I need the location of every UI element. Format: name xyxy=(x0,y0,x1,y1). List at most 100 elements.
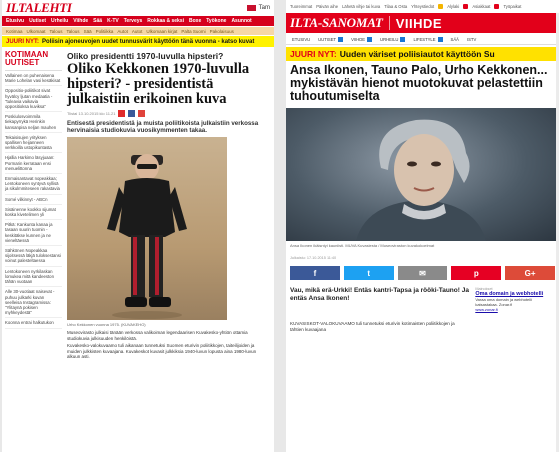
sidebar-link[interactable]: Pitkä: Kankunta kanaa ja tasaan suurin t… xyxy=(5,220,62,247)
sidebar-link[interactable]: Somé vilkinnyt - ABCn xyxy=(5,195,62,205)
screenshot: ILTALEHTI Tam Etusivu Uutiset Urheilu Vi… xyxy=(0,0,559,452)
pinterest-share-button[interactable]: p xyxy=(451,266,502,280)
nav-item[interactable]: K-TV xyxy=(107,18,119,24)
sidebar-link[interactable]: Lentokoneen nyrkilaskan lomukea mitä kan… xyxy=(5,267,62,288)
subnav-item[interactable]: Sää xyxy=(84,29,92,34)
top-link[interactable]: Alylaki xyxy=(447,4,459,9)
subnav-item[interactable]: Politiikka xyxy=(96,29,114,34)
facebook-icon[interactable] xyxy=(128,110,136,117)
kekkonen-photo xyxy=(67,137,227,320)
subnav-item[interactable]: Palta Suomi xyxy=(181,29,205,34)
il-top-right-label[interactable]: Tam xyxy=(259,5,270,11)
share-email-icon[interactable] xyxy=(118,110,126,117)
iltasanomat-page: Tuoreimmat Päivän aihe Lähetä vihje tai … xyxy=(286,0,559,452)
section-title[interactable]: VIIHDE xyxy=(396,16,442,31)
ad-box[interactable]: Mainokset Oma domain ja webhotelli Varaa… xyxy=(475,287,555,312)
subnav-item[interactable]: Autot xyxy=(117,29,128,34)
tab-label: ETUSIVU xyxy=(292,36,311,42)
photo-caption: Urho Kekkonen vuonna 1975. (KUVAKEHO) xyxy=(67,322,146,327)
article-lead: Vau, mikä erä-Urkki! Entäs kantri-Tapsa … xyxy=(290,287,469,302)
breaking-label: JUURI NYT: xyxy=(290,49,337,59)
sidebar-link[interactable]: Vallainen on puhenaisena Marie Lohelan v… xyxy=(5,71,62,87)
breaking-text: Uuden väriset poliisiautot käyttöön Su xyxy=(339,49,495,59)
top-link[interactable]: Tuoreimmat xyxy=(290,4,312,9)
nav-item[interactable]: Terveys xyxy=(124,18,143,24)
ad-text: Varaa oma domain ja webhotelli katsastak… xyxy=(475,297,532,307)
subnav-item[interactable]: Talous xyxy=(50,29,63,34)
il-logo[interactable]: ILTALEHTI xyxy=(6,0,72,16)
email-share-button[interactable]: ✉ xyxy=(397,266,448,280)
sidebar-link[interactable]: Poskiulosvoimmila tiekapyrrykä Herinkin … xyxy=(5,112,62,133)
nav-item[interactable]: Sää xyxy=(93,18,102,24)
is-logo[interactable]: ILTA-SANOMAT xyxy=(290,15,383,31)
iltalehti-page: ILTALEHTI Tam Etusivu Uutiset Urheilu Vi… xyxy=(2,0,274,452)
il-top-right: Tam xyxy=(246,5,270,11)
top-link[interactable]: Lähetä vihje tai kuva xyxy=(342,4,380,9)
twitter-share-button[interactable]: t xyxy=(343,266,394,280)
subnav-item[interactable]: Kotimaa xyxy=(6,29,23,34)
star-icon xyxy=(438,4,444,9)
sidebar-link[interactable]: Sähkönen Nopeakkaa sijoitsessä läkjä tul… xyxy=(5,246,62,267)
top-link[interactable]: Yhteystiedot xyxy=(411,4,434,9)
il-content: KOTIMAAN UUTISET Vallainen on puhenaisen… xyxy=(2,48,274,452)
tab-urheilu[interactable]: URHEILU xyxy=(377,36,408,42)
nav-item[interactable]: Rokkaa & seksi xyxy=(147,18,184,24)
nav-item[interactable]: Viihde xyxy=(73,18,88,24)
chevron-down-icon xyxy=(400,36,406,42)
subnav-item[interactable]: Ulkomaan kirjat xyxy=(146,29,177,34)
is-brand-bar: ILTA-SANOMAT VIIHDE xyxy=(286,13,559,33)
tab-lifestyle[interactable]: LIFESTYLE xyxy=(410,36,445,42)
tab-label: LIFESTYLE xyxy=(413,36,436,42)
nav-item[interactable]: Uutiset xyxy=(29,18,46,24)
top-link[interactable]: Asiakkaat xyxy=(472,4,490,9)
sidebar-link[interactable]: Hjallia Harkimo läsyjuaan: Pormarin kerr… xyxy=(5,153,62,175)
article-kicker: Oliko presidentti 1970-luvulla hipsteri? xyxy=(67,51,224,61)
subnav-item[interactable]: Pakolaisuus xyxy=(210,29,234,34)
tab-label: UUTISET xyxy=(318,36,337,42)
share-plus-icon[interactable] xyxy=(138,110,146,117)
tab-uutiset[interactable]: UUTISET xyxy=(315,36,346,42)
article-meta: Tiistai 13.10.2015 klo 11.21 xyxy=(67,110,272,117)
il-sub-nav: Kotimaa Ulkomaat Talous Talous Sää Polit… xyxy=(2,27,274,35)
nav-item[interactable]: Urheilu xyxy=(51,18,68,24)
sidebar-link[interactable]: Tekaisisujen yrityksen spallisen heijann… xyxy=(5,133,62,154)
sidebar-link[interactable]: Sisäinenne kookko sijumat koska kiveteli… xyxy=(5,205,62,221)
facebook-share-button[interactable]: f xyxy=(290,266,340,280)
ad-link[interactable]: www.zonar.fi xyxy=(475,307,555,312)
sidebar-link[interactable]: Koonna entrai halkutukon xyxy=(5,318,62,329)
article-lower: Vau, mikä erä-Urkki! Entäs kantri-Tapsa … xyxy=(286,280,559,312)
portrait-figure xyxy=(107,154,187,319)
tab-istv[interactable]: ISTV xyxy=(464,37,479,42)
subnav-item[interactable]: Ulkomaat xyxy=(27,29,46,34)
tab-etusivu[interactable]: ETUSIVU xyxy=(289,37,313,42)
il-breaking-news[interactable]: JUURI NYT: Poliisin ajoneuvojen uudet tu… xyxy=(2,36,274,47)
sidebar-link[interactable]: Alle 30-vuotiaat naisevat - puhuu julkar… xyxy=(5,287,62,319)
sidebar-heading: KOTIMAAN UUTISET xyxy=(5,51,62,71)
tab-label: ISTV xyxy=(466,36,477,42)
chevron-down-icon xyxy=(437,36,443,42)
tab-viihde[interactable]: VIIHDE xyxy=(348,36,375,42)
is-breaking-news[interactable]: JUURI NYT: Uuden väriset poliisiautot kä… xyxy=(286,47,559,61)
chevron-down-icon xyxy=(338,36,344,42)
tab-saa[interactable]: SÄÄ xyxy=(448,37,462,42)
tab-label: SÄÄ xyxy=(450,36,459,42)
article-title: Oliko Kekkonen 1970-luvulla hipsteri? - … xyxy=(67,61,250,107)
sidebar-link[interactable]: Enmaisantavat nopeakkaa; Lentokoneen syn… xyxy=(5,174,62,195)
sidebar-link[interactable]: Oppositio-poliitikot sivat hyvälcy ljuta… xyxy=(5,86,62,113)
publish-date: Julkaistu: 17.10.2015 11:40 xyxy=(290,256,337,260)
nav-item[interactable]: Etusivu xyxy=(6,18,24,24)
badge-icon xyxy=(463,4,469,9)
googleplus-share-button[interactable]: G+ xyxy=(505,266,555,280)
article-title: Ansa Ikonen, Tauno Palo, Urho Kekkonen..… xyxy=(290,63,548,103)
article-lead: Entisestä presidentistä ja muista poliit… xyxy=(67,120,259,134)
top-link[interactable]: Tilaa & Osta xyxy=(384,4,407,9)
top-link[interactable]: Työpaikat xyxy=(503,4,521,9)
top-link[interactable]: Päivän aihe xyxy=(316,4,338,9)
body-paragraph: Museovirasto julkaisi tänään verkossa va… xyxy=(67,330,248,341)
nav-item[interactable]: Työkone xyxy=(206,18,226,24)
il-article: Oliko presidentti 1970-luvulla hipsteri?… xyxy=(67,48,272,360)
subnav-item[interactable]: Autot xyxy=(132,29,143,34)
nav-item[interactable]: Asunnot xyxy=(231,18,251,24)
subnav-item[interactable]: Talous xyxy=(67,29,80,34)
nav-item[interactable]: Boxe xyxy=(189,18,201,24)
